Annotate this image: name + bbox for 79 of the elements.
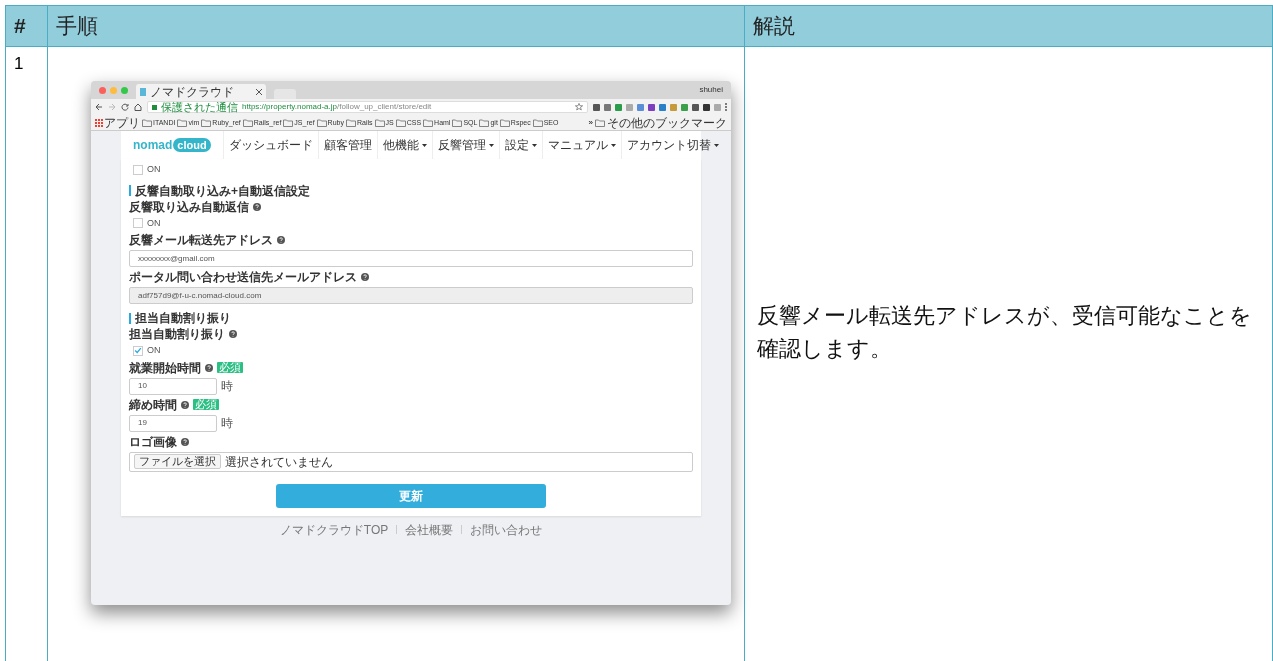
checkbox-label: ON (147, 163, 161, 176)
file-field[interactable]: ファイルを選択 選択されていません (129, 451, 693, 472)
row-number: 1 (6, 47, 48, 661)
caret-icon (421, 143, 427, 147)
section-heading: 担当自動割り振り (135, 312, 231, 324)
close-icon[interactable] (256, 88, 262, 95)
checkbox-label: ON (147, 216, 161, 230)
secure-label: 保護された通信 (161, 101, 238, 113)
help-icon (205, 363, 213, 372)
logo-text: nomad (133, 139, 173, 151)
column-header: 手順 (48, 6, 745, 46)
forward-arrow-icon[interactable] (108, 103, 116, 111)
field-label: ロゴ画像 (129, 435, 177, 448)
checkbox-label: ON (147, 344, 161, 357)
profile-name: shuhei (699, 84, 723, 96)
footer-link[interactable]: 会社概要 (405, 523, 454, 536)
folder-icon (177, 118, 188, 127)
required-badge: 必須 (193, 399, 219, 410)
number-field[interactable]: 10 (129, 377, 217, 395)
apps-grid-icon (95, 118, 103, 127)
folder-icon (452, 118, 463, 127)
folder-icon (595, 118, 605, 127)
caret-icon (488, 143, 494, 147)
explanation-text: 反響メール転送先アドレスが、受信可能なことを確認します。 (757, 302, 1253, 363)
folder-icon (479, 118, 490, 127)
help-icon (229, 330, 237, 338)
caret-icon (531, 143, 537, 147)
folder-icon (345, 118, 356, 127)
help-icon (361, 273, 369, 281)
text-field[interactable]: xxxxxxxx@gmail.com (129, 250, 693, 267)
section-heading: 反響自動取り込み+自動返信設定 (135, 184, 310, 197)
help-icon (277, 236, 285, 244)
checkbox[interactable] (133, 164, 143, 175)
folder-icon (142, 118, 152, 127)
footer-link[interactable]: ノマドクラウドTOP (279, 523, 389, 536)
unit-label: 時 (221, 380, 233, 392)
more-bookmarks-button[interactable]: » (588, 118, 593, 127)
number-field[interactable]: 19 (129, 414, 217, 432)
folder-icon (423, 118, 434, 127)
other-bookmarks-link[interactable]: その他のブックマーク (607, 116, 727, 129)
column-header: # (6, 6, 48, 46)
folder-icon (283, 118, 294, 127)
folder-icon (242, 118, 253, 127)
tab-title: ノマドクラウド (150, 85, 235, 98)
folder-icon (201, 118, 212, 127)
caret-icon (610, 143, 616, 147)
home-icon[interactable] (134, 103, 142, 111)
choose-file-button[interactable]: ファイルを選択 (134, 454, 221, 469)
folder-icon (532, 118, 543, 127)
required-badge: 必須 (217, 362, 243, 373)
help-icon (181, 400, 189, 409)
folder-icon (374, 118, 385, 127)
column-header: 解説 (745, 6, 1273, 46)
url-field[interactable]: 保護された通信 https://property.nomad-a.jp/follow_up_client/store/edit (147, 101, 588, 113)
reload-icon[interactable] (121, 103, 129, 111)
field-label: 締め時間 (129, 398, 177, 411)
url-text: https://property.nomad-a.jp/follow_up_client/store/edit (242, 103, 432, 111)
help-icon (181, 437, 189, 446)
field-label: 担当自動割り振り (129, 328, 225, 340)
folder-icon (395, 118, 406, 127)
star-icon[interactable] (575, 103, 583, 111)
file-status: 選択されていません (225, 455, 333, 468)
logo-cloud-text: cloud (173, 138, 211, 152)
footer-link[interactable]: お問い合わせ (470, 523, 543, 536)
field-label: 反響メール転送先アドレス (129, 234, 273, 246)
browser-tab[interactable]: ノマドクラウド (136, 84, 266, 99)
checkbox[interactable] (133, 345, 143, 356)
back-arrow-icon[interactable] (95, 103, 103, 111)
bookmark-link[interactable]: アプリ (104, 116, 140, 129)
field-label: 反響取り込み自動返信 (129, 200, 249, 213)
field-label: ポータル問い合わせ送信先メールアドレス (129, 271, 357, 283)
page-icon (140, 87, 146, 96)
folder-icon (499, 118, 510, 127)
field-label: 就業開始時間 (129, 361, 201, 374)
checkbox[interactable] (133, 218, 143, 229)
caret-icon (713, 143, 719, 147)
folder-icon (316, 118, 327, 127)
unit-label: 時 (221, 417, 233, 429)
help-icon (253, 202, 261, 211)
